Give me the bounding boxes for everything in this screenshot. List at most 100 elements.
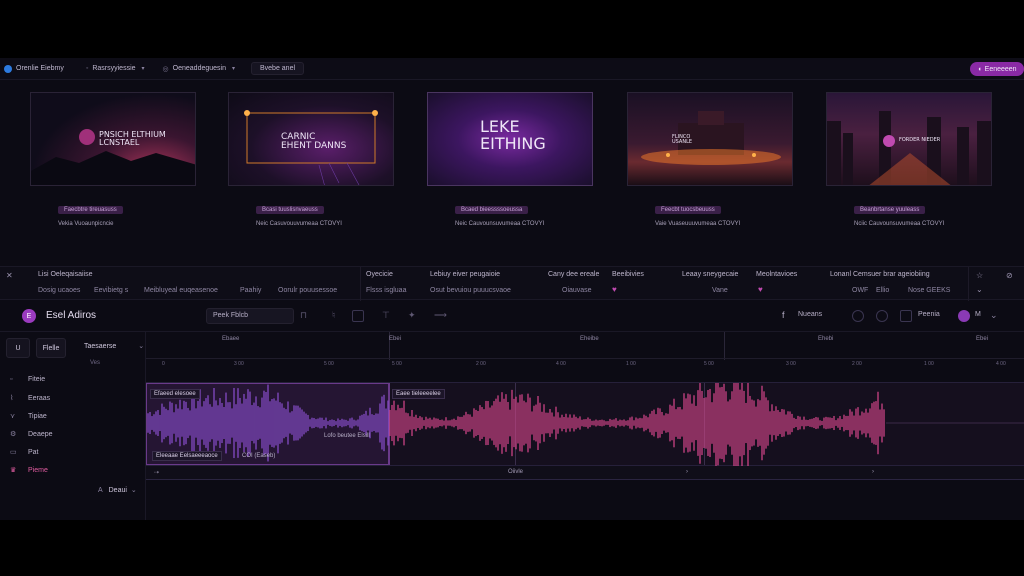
template-card[interactable]: FLINCO USANLE Feecbt tuocsbeuuss Vaie Vu… <box>627 92 793 240</box>
strip-option[interactable]: Dosig ucaoes <box>38 287 80 294</box>
card-thumbnail[interactable]: PNSICH ELTHIUM LCNSTAEL <box>30 92 196 186</box>
card-thumbnail[interactable]: FORDER NIEDER <box>826 92 992 186</box>
arrow-right-icon[interactable]: ⟶ <box>434 310 447 321</box>
app-brand[interactable]: Orenlie Eiebmy <box>4 64 64 73</box>
menu-2-label: Oeneaddeguesin <box>172 65 226 72</box>
clip-note: Lofo beutee Elsill <box>324 433 370 439</box>
editor-title: Esel Adiros <box>46 310 97 321</box>
logo-letter: E <box>26 312 32 320</box>
strip-option[interactable]: Oiauvase <box>562 287 592 294</box>
strip-option[interactable]: Eevibietg s <box>94 287 128 294</box>
card-tag: Feecbt tuocsbeuuss <box>655 206 721 214</box>
card-meta: Vaie Vuaseuuuvumeaa CTOVYI <box>655 221 741 227</box>
card-thumbnail[interactable]: FLINCO USANLE <box>627 92 793 186</box>
nav-item-effects[interactable]: ⌇ Eeraas <box>10 394 51 403</box>
header-action-3[interactable]: M <box>975 311 981 318</box>
crop-icon[interactable]: ⊓ <box>300 310 307 321</box>
tick-label: 1 00 <box>626 361 636 367</box>
strip-option[interactable]: Ellio <box>876 287 889 294</box>
clock-icon[interactable] <box>876 310 888 322</box>
nav-item-files[interactable]: ▫ Fiteie <box>10 376 45 383</box>
primary-action-button[interactable]: ◖ Eeneeeen <box>970 62 1024 76</box>
nav-label: Eeraas <box>28 394 51 402</box>
share-icon[interactable]: f <box>782 310 785 320</box>
nav-label: Deaepe <box>28 430 53 438</box>
menu-1[interactable]: ◦ Rasrsyyiessie ▾ <box>86 65 145 72</box>
track-type-label: Taesaerse <box>84 343 117 350</box>
strip-heading: Cany dee ereale <box>548 271 600 278</box>
nav-item-types[interactable]: ⋎ Tipiae <box>10 412 47 421</box>
card-thumbnail[interactable]: CARNIC EHENT DANNS <box>228 92 394 186</box>
chevron-right-icon[interactable]: › <box>686 469 688 475</box>
track-file-button[interactable]: Flelle <box>36 338 66 358</box>
thumbnail-title: FORDER NIEDER <box>899 137 941 143</box>
track-type-dropdown[interactable]: Taesaerse ⌄ <box>84 342 144 350</box>
template-card[interactable]: CARNIC EHENT DANNS Bcasi tuuslisnvaeuss … <box>228 92 394 240</box>
bell-icon: ◦ <box>85 65 89 72</box>
strip-option[interactable]: Osut bevuiou puuucsvaoe <box>430 287 511 294</box>
settings-icon[interactable] <box>852 310 864 322</box>
close-icon[interactable]: ✕ <box>6 271 13 280</box>
chevron-down-icon: ▾ <box>141 66 145 72</box>
link-icon[interactable]: ⊘ <box>1006 271 1013 280</box>
frame-toggle-icon[interactable] <box>352 310 364 322</box>
template-card[interactable]: PNSICH ELTHIUM LCNSTAEL Faecbtre tireuas… <box>30 92 196 240</box>
audio-editor: E Esel Adiros Peek Fblcb ⊓ ♮ ⊤ ✦ ⟶ f Nue… <box>0 300 1024 520</box>
heart-icon[interactable]: ♥ <box>758 285 763 294</box>
track-tool-button[interactable]: U <box>6 338 30 358</box>
menu-2[interactable]: ◎ Oeneaddeguesin ▾ <box>163 65 235 73</box>
nav-item-devices[interactable]: ⚙ Deaepe <box>10 430 53 439</box>
thumbnail-title: CARNIC EHENT DANNS <box>281 132 347 152</box>
mic-icon[interactable]: ♮ <box>332 310 335 321</box>
chat-icon: ◖ <box>977 65 982 73</box>
header-action-2[interactable]: Peenia <box>918 311 940 318</box>
audio-track[interactable]: Efaeed elesoee Eaee tieleeeelee Lofo beu… <box>146 382 1024 467</box>
header-action-1[interactable]: Nueans <box>798 311 822 318</box>
scroll-left-icon[interactable]: ⇢ <box>154 469 159 476</box>
strip-option[interactable]: Paahiy <box>240 287 261 294</box>
nav-label: Pat <box>28 448 39 456</box>
strip-option[interactable]: Nose GEEKS <box>908 287 950 294</box>
layers-icon[interactable] <box>900 310 912 322</box>
time-ruler[interactable]: 0 3 00 5 00 5 00 2 00 4 00 1 00 5 00 3 0… <box>146 358 1024 372</box>
card-tag: Faecbtre tireuasuss <box>58 206 123 214</box>
card-thumbnail[interactable]: LEKE EITHING <box>427 92 593 186</box>
template-card[interactable]: LEKE EITHING Bcaed bieessssoeussa Neic C… <box>427 92 593 240</box>
clip-label: Eaee tieleeeelee <box>392 389 445 399</box>
chevron-right-icon[interactable]: › <box>872 469 874 475</box>
brand-badge-icon <box>79 129 95 145</box>
card-meta: Nciic Cauvounsuvumeaa CTOVYI <box>854 221 945 227</box>
clip-bottom-label: COI (Easeb) <box>242 453 276 459</box>
device-select[interactable]: A Deaui ⌄ <box>98 486 137 494</box>
template-card[interactable]: FORDER NIEDER Beanbrtanse yuuleass Nciic… <box>826 92 992 240</box>
chevron-down-icon: ⌄ <box>138 343 145 350</box>
strip-divider <box>360 267 361 301</box>
star-icon[interactable]: ☆ <box>976 271 983 280</box>
strip-option[interactable]: Meibluyeal euqeasenoe <box>144 287 218 294</box>
strip-option[interactable]: Vane <box>712 287 728 294</box>
chevron-down-icon[interactable]: ⌄ <box>990 310 998 321</box>
ruler-label: Ebaee <box>222 336 240 342</box>
editor-header: E Esel Adiros Peek Fblcb ⊓ ♮ ⊤ ✦ ⟶ f Nue… <box>0 300 1024 332</box>
project-name-field[interactable]: Peek Fblcb <box>206 308 294 324</box>
tick-label: 5 00 <box>392 361 402 367</box>
strip-option[interactable]: Flsss isgluaa <box>366 287 406 294</box>
gear-icon: ⚙ <box>10 431 17 438</box>
timeline[interactable]: Ebaee Ebei Eheibe Ehebi Ebei 0 3 00 5 00… <box>146 332 1024 520</box>
chevron-down-icon[interactable]: ⌄ <box>976 285 983 294</box>
track-tool-label: U <box>15 344 21 352</box>
user-avatar[interactable] <box>958 310 970 322</box>
strip-option[interactable]: Oorulr pouusessoe <box>278 287 337 294</box>
nav-item-premium[interactable]: ♛ Pieme <box>10 466 48 475</box>
device-select-label: Deaui <box>108 487 127 494</box>
heart-icon[interactable]: ♥ <box>612 285 617 294</box>
strip-option[interactable]: OWF <box>852 287 868 294</box>
menu-3[interactable]: Bvebe anel <box>251 62 305 75</box>
nav-item-path[interactable]: ▭ Pat <box>10 448 39 457</box>
card-tag: Bcasi tuuslisnvaeuss <box>256 206 324 214</box>
marker-icon[interactable]: ✦ <box>408 310 416 321</box>
split-icon[interactable]: ⊤ <box>382 310 390 321</box>
tick-label: 2 00 <box>852 361 862 367</box>
app-logo-icon <box>4 64 12 73</box>
timeline-scrollbar[interactable]: ⇢ Oiivle › › <box>146 466 1024 480</box>
